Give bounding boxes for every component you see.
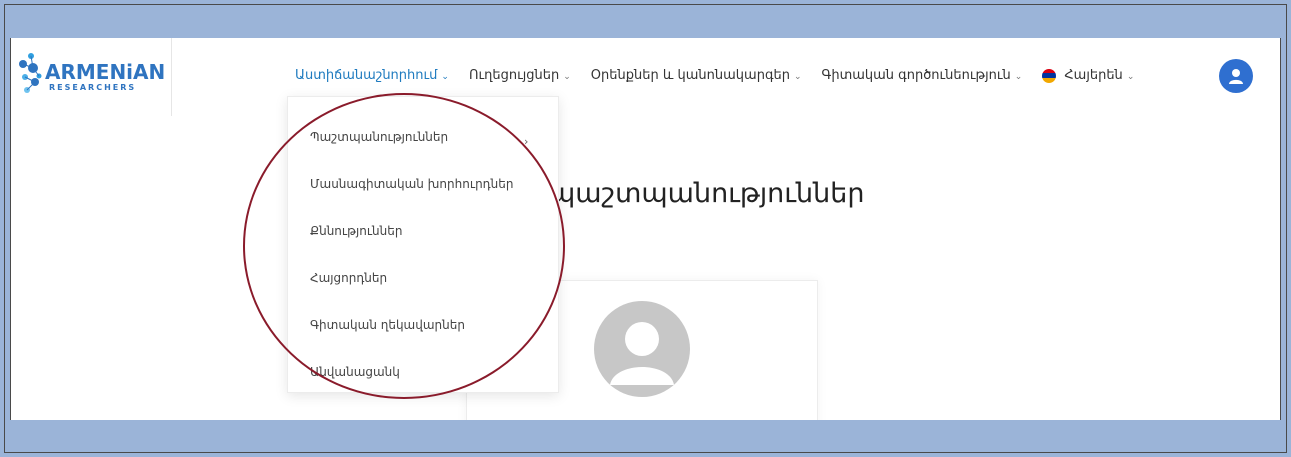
dropdown-item-defenses[interactable]: Պաշտպանություններ — [310, 130, 448, 144]
nav-item-label: Աստիճանաշնորհում — [295, 68, 438, 83]
dropdown-item-nomenclature[interactable]: Անվանացանկ — [310, 365, 400, 379]
chevron-down-icon: ⌄ — [563, 71, 571, 82]
nav-item-laws-regulations[interactable]: Օրենքներ և կանոնակարգեր ⌄ — [591, 68, 802, 83]
chevron-right-icon: › — [524, 135, 529, 148]
site-logo[interactable]: ARMENiAN RESEARCHERS — [19, 50, 169, 102]
language-selector[interactable]: Հայերեն ⌄ — [1042, 68, 1134, 83]
dropdown-item-applicants[interactable]: Հայցորդներ — [310, 271, 387, 285]
dropdown-item-specialized-councils[interactable]: Մասնագիտական խորհուրդներ — [310, 177, 513, 191]
nav-item-label: Գիտական գործունեություն — [821, 68, 1011, 83]
page-title: պաշտպանություններ — [549, 178, 865, 209]
nav-item-label: Օրենքներ և կանոնակարգեր — [590, 68, 790, 83]
nav-item-guides[interactable]: Ուղեցույցներ ⌄ — [469, 68, 571, 83]
avatar-placeholder-icon — [594, 301, 690, 397]
user-account-button[interactable] — [1219, 59, 1253, 93]
site-header: ARMENiAN RESEARCHERS Աստիճանաշնորհում ⌄ … — [11, 38, 1280, 116]
main-navigation: Աստիճանաշնորհում ⌄ Ուղեցույցներ ⌄ Օրենքն… — [295, 68, 1154, 83]
degree-awarding-dropdown: Պաշտպանություններ › Մասնագիտական խորհուր… — [287, 96, 559, 393]
nav-item-degree-awarding[interactable]: Աստիճանաշնորհում ⌄ — [295, 68, 449, 83]
language-label: Հայերեն — [1064, 68, 1123, 83]
armenia-flag-icon — [1042, 68, 1057, 83]
user-silhouette-icon — [610, 322, 674, 385]
browser-viewport: ARMENiAN RESEARCHERS Աստիճանաշնորհում ⌄ … — [10, 38, 1281, 420]
user-icon — [1229, 69, 1243, 84]
chevron-down-icon: ⌄ — [441, 71, 449, 82]
logo-title: ARMENiAN — [45, 60, 166, 84]
logo-subtitle: RESEARCHERS — [49, 83, 137, 92]
chevron-down-icon: ⌄ — [793, 71, 802, 82]
chevron-down-icon: ⌄ — [1126, 71, 1135, 82]
dropdown-item-exams[interactable]: Քննություններ — [310, 224, 402, 238]
header-divider — [171, 38, 172, 116]
dropdown-item-scientific-supervisors[interactable]: Գիտական ղեկավարներ — [310, 318, 465, 332]
nav-item-scientific-activity[interactable]: Գիտական գործունեություն ⌄ — [822, 68, 1023, 83]
chevron-down-icon: ⌄ — [1014, 71, 1023, 82]
nav-item-label: Ուղեցույցներ — [468, 68, 560, 83]
